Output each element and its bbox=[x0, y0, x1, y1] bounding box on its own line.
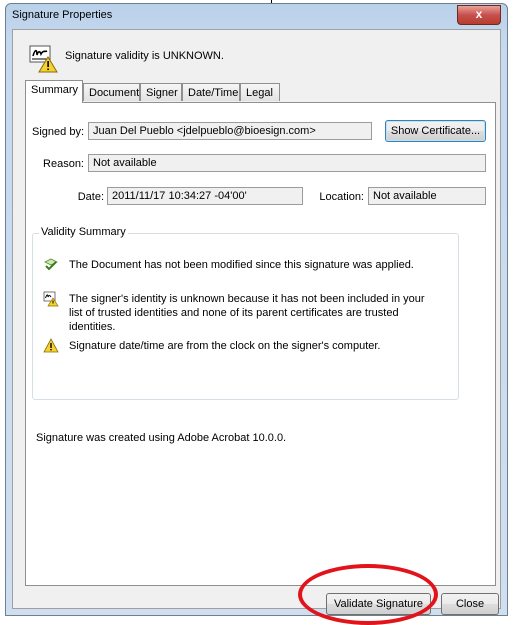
validate-signature-button[interactable]: Validate Signature bbox=[326, 593, 431, 615]
reason-label: Reason: bbox=[43, 158, 84, 170]
location-label: Location: bbox=[319, 191, 364, 203]
validity-summary-title: Validity Summary bbox=[39, 226, 128, 238]
dialog-body: Signature validity is UNKNOWN. Summary D… bbox=[12, 29, 501, 615]
date-field[interactable]: 2011/11/17 10:34:27 -04'00' bbox=[107, 187, 303, 205]
tab-signer[interactable]: Signer bbox=[140, 83, 182, 101]
tab-legal[interactable]: Legal bbox=[240, 83, 280, 101]
validity-item: The signer's identity is unknown because… bbox=[43, 291, 453, 333]
signed-by-field[interactable]: Juan Del Pueblo <jdelpueblo@bioesign.com… bbox=[88, 122, 372, 140]
date-label: Date: bbox=[77, 191, 104, 203]
validity-item-text: Signature date/time are from the clock o… bbox=[69, 340, 381, 352]
reason-field[interactable]: Not available bbox=[88, 154, 486, 172]
check-icon bbox=[44, 258, 58, 271]
warning-icon bbox=[43, 338, 59, 353]
tab-summary[interactable]: Summary bbox=[25, 80, 83, 103]
validity-summary-group: Validity Summary The Document has not be… bbox=[32, 226, 459, 400]
location-field[interactable]: Not available bbox=[368, 187, 486, 205]
validity-item-text: The signer's identity is unknown because… bbox=[69, 293, 425, 333]
close-button[interactable]: Close bbox=[441, 593, 499, 615]
unknown-identity-icon bbox=[43, 291, 59, 307]
validity-item: The Document has not been modified since… bbox=[43, 257, 453, 273]
summary-panel: Signed by: Juan Del Pueblo <jdelpueblo@b… bbox=[25, 102, 496, 586]
validity-status-text: Signature validity is UNKNOWN. bbox=[65, 50, 224, 62]
signed-by-label: Signed by: bbox=[32, 126, 84, 138]
tab-document[interactable]: Document bbox=[83, 83, 140, 101]
title-bar: Signature Properties x bbox=[6, 4, 507, 28]
validity-item: Signature date/time are from the clock o… bbox=[43, 338, 453, 354]
validity-item-text: The Document has not been modified since… bbox=[69, 259, 414, 271]
created-with-text: Signature was created using Adobe Acroba… bbox=[36, 432, 287, 444]
signature-properties-dialog: Signature Properties x Signature validit… bbox=[5, 3, 508, 616]
tab-date-time[interactable]: Date/Time bbox=[182, 83, 240, 101]
show-certificate-button[interactable]: Show Certificate... bbox=[385, 120, 486, 142]
window-close-button[interactable]: x bbox=[457, 5, 501, 25]
signature-unknown-icon bbox=[29, 45, 58, 73]
window-title: Signature Properties bbox=[12, 9, 113, 21]
